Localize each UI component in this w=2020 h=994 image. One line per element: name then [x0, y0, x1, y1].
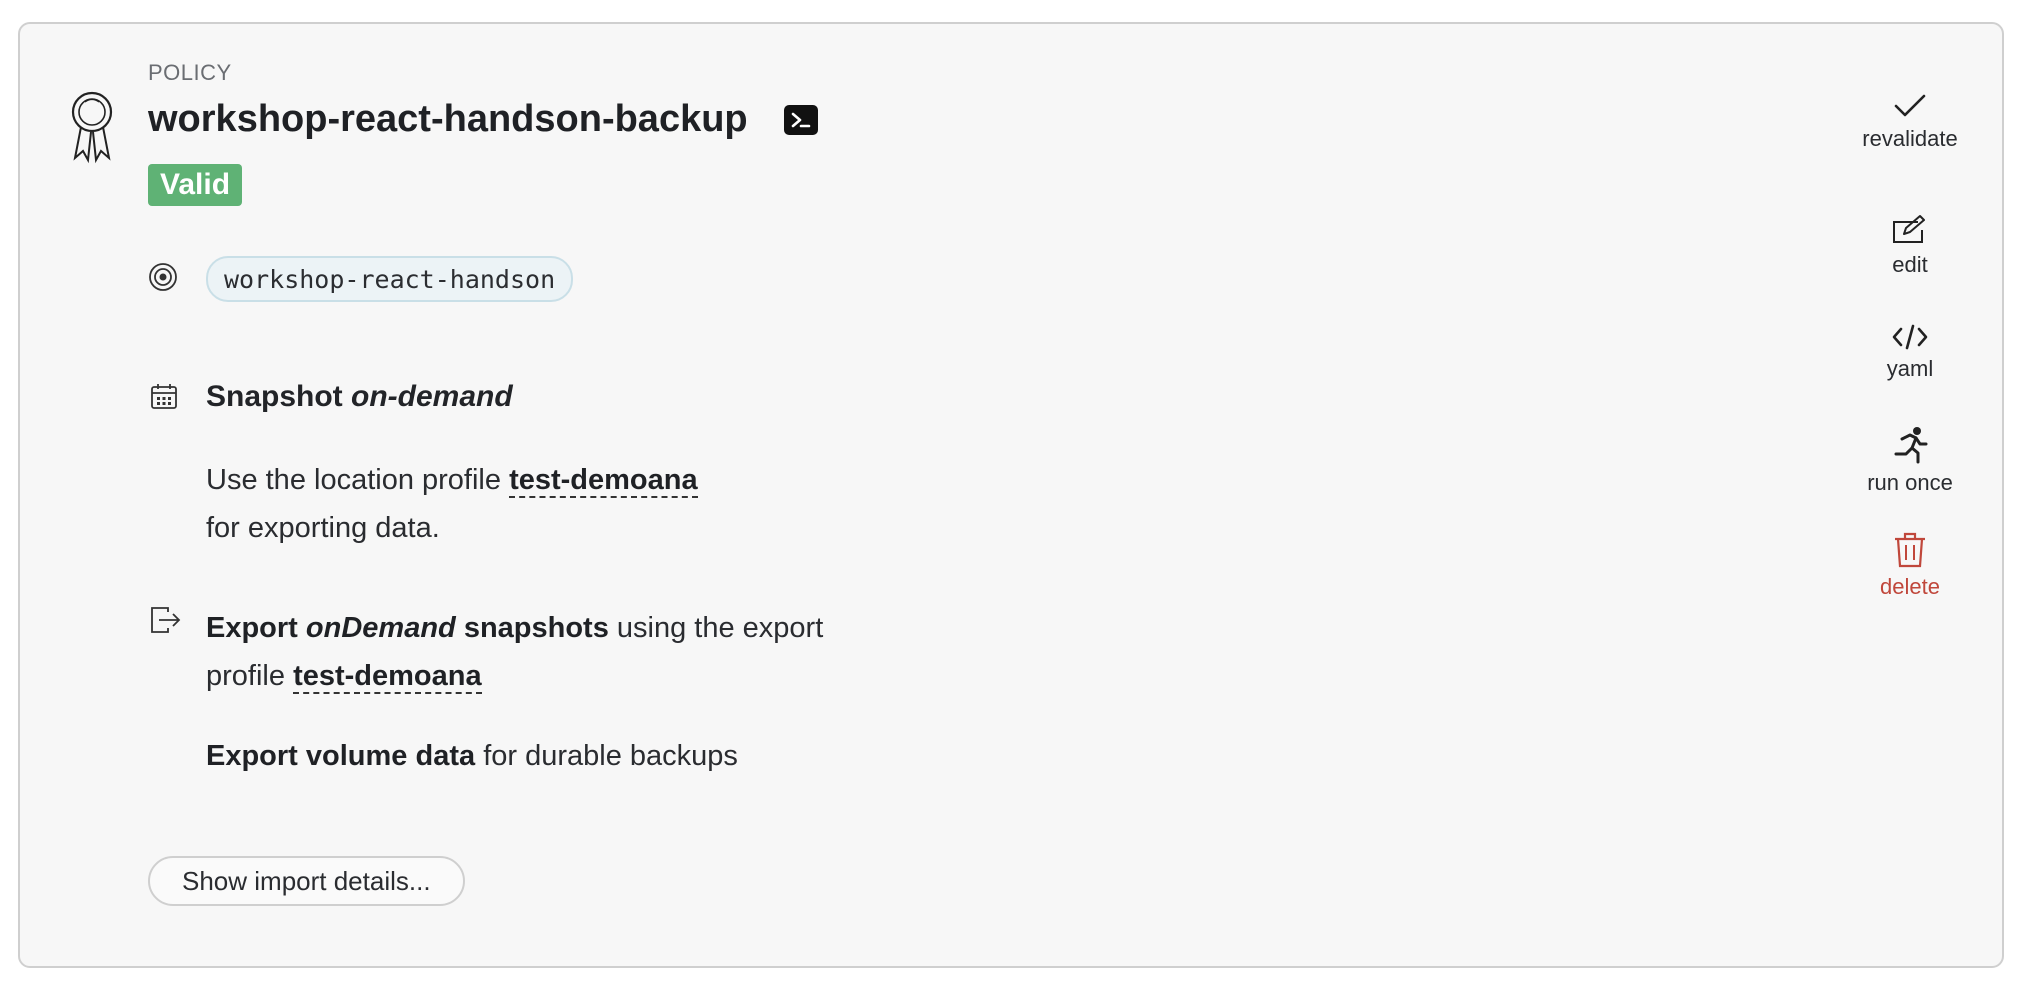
snapshot-heading: Snapshot on-demand — [206, 380, 513, 414]
export-snapshots-label: snapshots — [463, 612, 609, 644]
snapshot-frequency: on-demand — [351, 380, 513, 413]
delete-button[interactable]: delete — [1840, 532, 1980, 600]
show-import-details-button[interactable]: Show import details... — [148, 856, 465, 906]
snapshot-desc-suffix: for exporting data. — [206, 512, 440, 544]
yaml-label: yaml — [1886, 356, 1934, 381]
terminal-icon — [791, 112, 810, 127]
award-ribbon-icon — [71, 91, 113, 164]
resource-kind-label: POLICY — [148, 60, 232, 85]
export-profile-link[interactable]: test-demoana — [293, 660, 482, 694]
export-volume-label: Export volume data — [206, 740, 476, 772]
running-person-icon — [1894, 427, 1928, 464]
title-row: workshop-react-handson-backup — [148, 98, 818, 141]
export-label: Export — [206, 612, 298, 644]
target-icon — [149, 263, 177, 291]
trash-icon — [1895, 532, 1925, 568]
policy-name: workshop-react-handson-backup — [148, 98, 748, 140]
selector-chip: workshop-react-handson — [206, 256, 574, 302]
edit-label: edit — [1892, 252, 1928, 277]
edit-icon — [1893, 215, 1925, 243]
policy-card: POLICY workshop-react-handson-backup Val… — [18, 22, 2004, 968]
edit-button[interactable]: edit — [1840, 214, 1980, 278]
export-description: Export onDemand snapshots using the expo… — [206, 604, 906, 700]
delete-label: delete — [1880, 574, 1940, 599]
terminal-button[interactable] — [783, 104, 818, 135]
location-profile-link[interactable]: test-demoana — [509, 464, 698, 498]
yaml-button[interactable]: yaml — [1840, 324, 1980, 382]
check-icon — [1894, 94, 1926, 117]
revalidate-label: revalidate — [1862, 126, 1958, 151]
run-once-label: run once — [1867, 470, 1953, 495]
status-badge: Valid — [148, 164, 243, 206]
export-volume-suffix: for durable backups — [483, 740, 738, 772]
export-frequency: onDemand — [305, 612, 456, 644]
snapshot-description: Use the location profile test-demoana fo… — [206, 456, 906, 552]
run-once-button[interactable]: run once — [1840, 426, 1980, 496]
revalidate-button[interactable]: revalidate — [1840, 92, 1980, 152]
snapshot-desc-prefix: Use the location profile — [206, 464, 501, 496]
export-volume-description: Export volume data for durable backups — [206, 736, 738, 776]
export-icon — [151, 607, 181, 633]
code-icon — [1892, 324, 1928, 350]
snapshot-heading-label: Snapshot — [206, 380, 343, 413]
calendar-icon — [151, 384, 177, 409]
